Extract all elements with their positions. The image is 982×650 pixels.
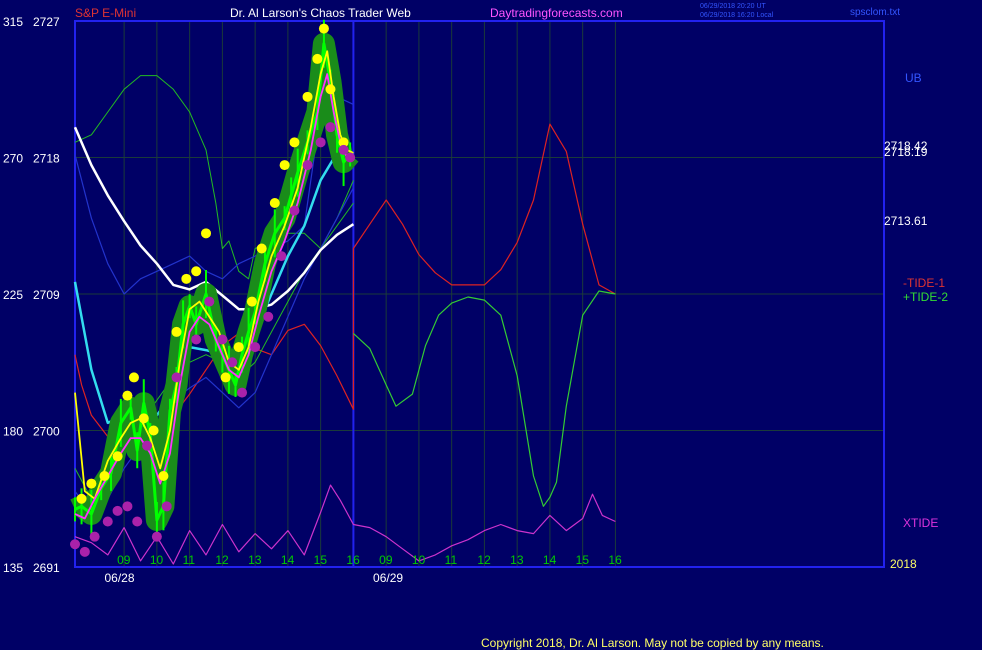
high-dot bbox=[289, 137, 300, 148]
y-tick-label-oscillator: 180 bbox=[3, 425, 23, 439]
tide1-label: -TIDE-1 bbox=[903, 276, 945, 290]
y-tick-label-oscillator: 315 bbox=[3, 15, 23, 29]
high-dot bbox=[312, 53, 323, 64]
x-tick-label: 12 bbox=[215, 553, 229, 567]
high-dot bbox=[246, 296, 257, 307]
low-dot bbox=[263, 311, 274, 322]
y-tick-label-price: 2691 bbox=[33, 561, 60, 575]
copyright-notice: Copyright 2018, Dr. Al Larson. May not b… bbox=[481, 636, 824, 650]
x-tick-label: 11 bbox=[445, 553, 458, 567]
timestamp-local: 06/29/2018 16:20 Local bbox=[700, 12, 774, 19]
high-dot bbox=[318, 23, 329, 34]
low-dot bbox=[161, 501, 172, 512]
x-tick-label: 15 bbox=[576, 553, 590, 567]
low-dot bbox=[276, 251, 287, 262]
y-tick-label-price: 2727 bbox=[33, 15, 60, 29]
high-dot bbox=[99, 471, 110, 481]
date-label: 06/29 bbox=[373, 571, 403, 585]
y-tick-label-oscillator: 270 bbox=[3, 152, 23, 166]
low-dot bbox=[204, 296, 215, 307]
x-tick-label: 16 bbox=[608, 553, 622, 567]
x-tick-label: 14 bbox=[281, 553, 295, 567]
high-dot bbox=[171, 326, 182, 337]
low-dot bbox=[315, 137, 326, 148]
year-label: 2018 bbox=[890, 557, 917, 571]
chart-title: Dr. Al Larson's Chaos Trader Web bbox=[230, 6, 411, 20]
high-dot bbox=[279, 160, 290, 171]
tide2-label: +TIDE-2 bbox=[903, 290, 948, 304]
high-dot bbox=[201, 228, 212, 239]
low-dot bbox=[89, 531, 100, 542]
low-dot bbox=[191, 334, 202, 345]
x-tick-label: 10 bbox=[412, 553, 426, 567]
value-label-c: 2713.61 bbox=[884, 214, 928, 228]
low-dot bbox=[151, 531, 162, 542]
high-dot bbox=[256, 243, 267, 254]
x-tick-label: 09 bbox=[379, 553, 393, 567]
high-dot bbox=[325, 84, 336, 95]
high-dot bbox=[86, 478, 97, 489]
high-dot bbox=[76, 493, 87, 504]
x-tick-label: 16 bbox=[346, 553, 360, 567]
low-dot bbox=[102, 516, 113, 527]
high-dot bbox=[220, 372, 231, 383]
low-dot bbox=[217, 334, 228, 345]
x-tick-label: 13 bbox=[248, 553, 262, 567]
chart-background bbox=[0, 0, 982, 650]
low-dot bbox=[171, 372, 182, 383]
x-tick-label: 12 bbox=[477, 553, 491, 567]
low-dot bbox=[227, 357, 238, 368]
high-dot bbox=[181, 273, 192, 284]
ub-label: UB bbox=[905, 71, 922, 85]
low-dot bbox=[345, 152, 356, 163]
low-dot bbox=[289, 205, 300, 216]
high-dot bbox=[148, 425, 159, 436]
xtide-label: XTIDE bbox=[903, 516, 938, 530]
high-dot bbox=[191, 266, 202, 277]
y-tick-label-oscillator: 225 bbox=[3, 288, 23, 302]
high-dot bbox=[302, 91, 313, 102]
x-tick-label: 15 bbox=[314, 553, 328, 567]
x-tick-label: 13 bbox=[510, 553, 524, 567]
low-dot bbox=[250, 342, 261, 353]
low-dot bbox=[122, 501, 133, 512]
y-tick-label-price: 2700 bbox=[33, 425, 60, 439]
low-dot bbox=[302, 160, 313, 171]
low-dot bbox=[325, 122, 336, 133]
value-label-b: 2718.19 bbox=[884, 145, 928, 159]
y-tick-label-price: 2718 bbox=[33, 152, 60, 166]
high-dot bbox=[233, 342, 244, 353]
y-tick-label-oscillator: 135 bbox=[3, 561, 23, 575]
low-dot bbox=[70, 539, 80, 550]
low-dot bbox=[79, 546, 90, 557]
low-dot bbox=[142, 440, 153, 451]
high-dot bbox=[122, 390, 133, 401]
x-tick-label: 14 bbox=[543, 553, 557, 567]
chart: 135 2691 180 2700 225 2709 270 2718 315 2727 09 10 1… bbox=[0, 0, 982, 650]
high-dot bbox=[269, 198, 280, 208]
x-tick-label: 09 bbox=[117, 553, 131, 567]
y-tick-label-price: 2709 bbox=[33, 288, 60, 302]
date-label: 06/28 bbox=[104, 571, 134, 585]
low-dot bbox=[132, 516, 143, 527]
x-tick-label: 11 bbox=[183, 553, 196, 567]
high-dot bbox=[158, 471, 169, 481]
low-dot bbox=[338, 144, 349, 155]
high-dot bbox=[138, 413, 149, 424]
x-tick-label: 10 bbox=[150, 553, 164, 567]
low-dot bbox=[112, 505, 123, 516]
symbol-label: S&P E-Mini bbox=[75, 6, 136, 20]
low-dot bbox=[237, 387, 248, 398]
site-link[interactable]: Daytradingforecasts.com bbox=[490, 6, 623, 20]
timestamp-ut: 06/29/2018 20:20 UT bbox=[700, 3, 766, 10]
high-dot bbox=[128, 372, 139, 383]
data-filename: spsclom.txt bbox=[850, 7, 900, 18]
high-dot bbox=[112, 451, 123, 462]
